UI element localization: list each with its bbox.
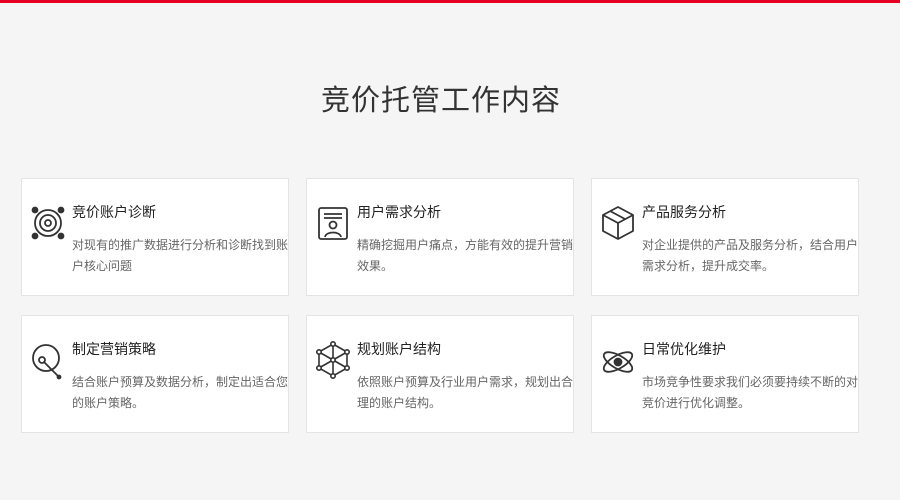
card-title: 用户需求分析: [357, 205, 441, 221]
service-card-product-analysis[interactable]: 产品服务分析 对企业提供的产品及服务分析，结合用户需求分析，提升成交率。: [591, 178, 859, 296]
card-title: 产品服务分析: [642, 205, 726, 221]
top-accent-bar: [0, 0, 900, 3]
card-title: 日常优化维护: [642, 342, 726, 358]
target-icon: [28, 203, 68, 243]
section-title: 竞价托管工作内容: [320, 83, 561, 117]
service-card-marketing-strategy[interactable]: 制定营销策略 结合账户预算及数据分析，制定出适合您的账户策略。: [21, 315, 289, 433]
atom-icon: [598, 340, 638, 380]
service-card-user-needs[interactable]: 用户需求分析 精确挖掘用户痛点，方能有效的提升营销效果。: [306, 178, 574, 296]
card-description: 精确挖掘用户痛点，方能有效的提升营销效果。: [357, 238, 574, 273]
service-card-account-diagnosis[interactable]: 竞价账户诊断 对现有的推广数据进行分析和诊断找到账户核心问题: [21, 178, 289, 296]
network-icon: [313, 340, 353, 380]
strategy-icon: [28, 340, 68, 380]
cube-icon: [598, 203, 638, 243]
card-description: 结合账户预算及数据分析，制定出适合您的账户策略。: [72, 375, 289, 410]
card-description: 市场竞争性要求我们必须要持续不断的对竞价进行优化调整。: [642, 375, 859, 410]
card-title: 竞价账户诊断: [72, 205, 156, 221]
card-title: 制定营销策略: [72, 342, 156, 358]
service-card-daily-optimization[interactable]: 日常优化维护 市场竞争性要求我们必须要持续不断的对竞价进行优化调整。: [591, 315, 859, 433]
user-profile-icon: [313, 203, 353, 243]
card-title: 规划账户结构: [357, 342, 441, 358]
card-description: 依照账户预算及行业用户需求，规划出合理的账户结构。: [357, 375, 574, 410]
card-description: 对企业提供的产品及服务分析，结合用户需求分析，提升成交率。: [642, 238, 859, 273]
service-card-account-structure[interactable]: 规划账户结构 依照账户预算及行业用户需求，规划出合理的账户结构。: [306, 315, 574, 433]
card-description: 对现有的推广数据进行分析和诊断找到账户核心问题: [72, 238, 289, 273]
